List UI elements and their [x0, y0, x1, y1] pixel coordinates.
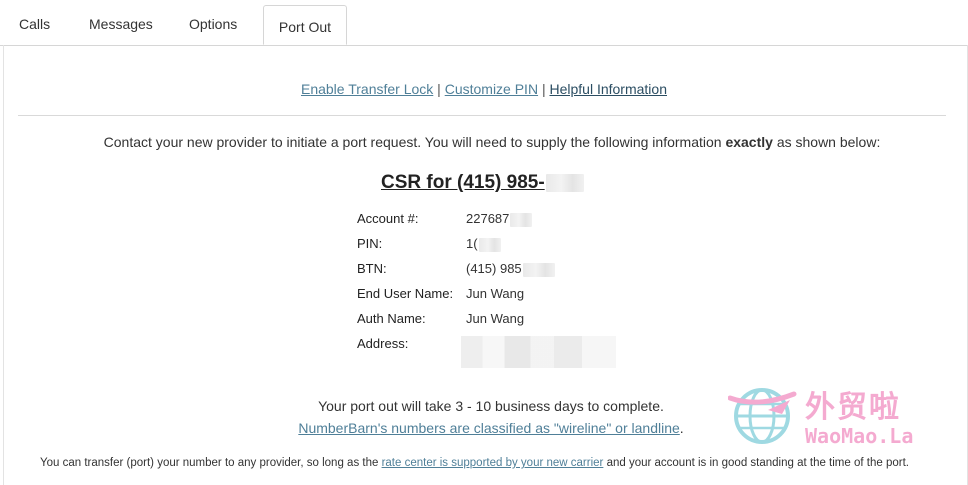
csr-heading-text: CSR for (415) 985- [381, 172, 545, 193]
field-label: PIN: [357, 236, 383, 251]
instructions: Contact your new provider to initiate a … [0, 134, 968, 150]
tab-bar: Calls Messages Options Port Out [0, 0, 968, 46]
watermark: 外贸啦 WaoMao.La [727, 380, 943, 450]
csr-heading: CSR for (415) 985- [381, 172, 584, 194]
watermark-cn: 外贸啦 [805, 390, 901, 425]
field-value: Jun Wang [466, 286, 525, 301]
watermark-en: WaoMao.La [805, 424, 914, 448]
field-label: End User Name: [357, 286, 454, 301]
customize-pin-link[interactable]: Customize PIN [445, 81, 538, 97]
redacted-value [478, 237, 501, 252]
field-label: Address: [357, 336, 409, 351]
link-separator: | [437, 81, 441, 97]
instructions-emphasis: exactly [725, 134, 773, 150]
tab-messages[interactable]: Messages [89, 16, 153, 32]
action-links: Enable Transfer Lock | Customize PIN | H… [0, 81, 968, 97]
redacted-number [545, 173, 584, 192]
wireline-period: . [679, 420, 684, 436]
link-separator: | [541, 81, 546, 97]
footer-text: You can transfer (port) your number to a… [40, 457, 382, 469]
enable-transfer-lock-link[interactable]: Enable Transfer Lock [301, 81, 433, 97]
footer-note: You can transfer (port) your number to a… [40, 457, 909, 469]
tab-options[interactable]: Options [189, 16, 237, 32]
instructions-text: Contact your new provider to initiate a … [103, 134, 726, 150]
footer-text-end: and your account is in good standing at … [603, 457, 909, 469]
divider [18, 115, 946, 116]
tab-port-out[interactable]: Port Out [263, 5, 347, 45]
field-label: BTN: [357, 261, 387, 276]
field-value: (415) 985 [466, 261, 555, 277]
wireline-link[interactable]: NumberBarn's numbers are classified as "… [298, 420, 679, 436]
field-label: Account #: [357, 211, 419, 226]
redacted-value [522, 262, 555, 277]
field-value: 227687 [466, 211, 533, 227]
redacted-address [461, 336, 616, 368]
field-value: 1( [466, 236, 501, 252]
redacted-value [510, 212, 533, 227]
helpful-information-link[interactable]: Helpful Information [549, 81, 667, 97]
instructions-text-end: as shown below: [772, 134, 881, 150]
rate-center-link[interactable]: rate center is supported by your new car… [382, 457, 604, 469]
field-value: Jun Wang [466, 311, 525, 326]
globe-plane-icon [727, 388, 797, 444]
field-label: Auth Name: [357, 311, 426, 326]
tab-calls[interactable]: Calls [19, 16, 50, 32]
